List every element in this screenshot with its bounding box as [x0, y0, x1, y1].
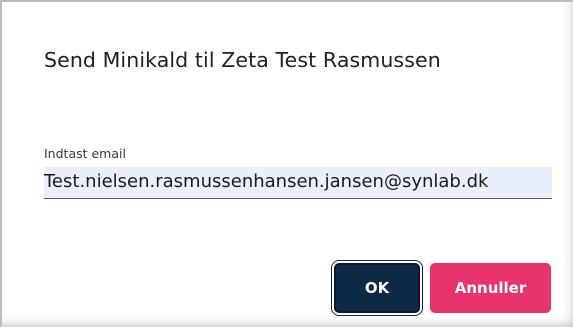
email-field-group: Indtast email	[44, 146, 552, 199]
cancel-button[interactable]: Annuller	[430, 263, 551, 313]
send-minikald-dialog: Send Minikald til Zeta Test Rasmussen In…	[0, 0, 573, 327]
email-field[interactable]	[44, 167, 552, 199]
email-field-label: Indtast email	[44, 146, 126, 161]
ok-button[interactable]: OK	[334, 263, 420, 313]
dialog-title: Send Minikald til Zeta Test Rasmussen	[44, 48, 441, 72]
